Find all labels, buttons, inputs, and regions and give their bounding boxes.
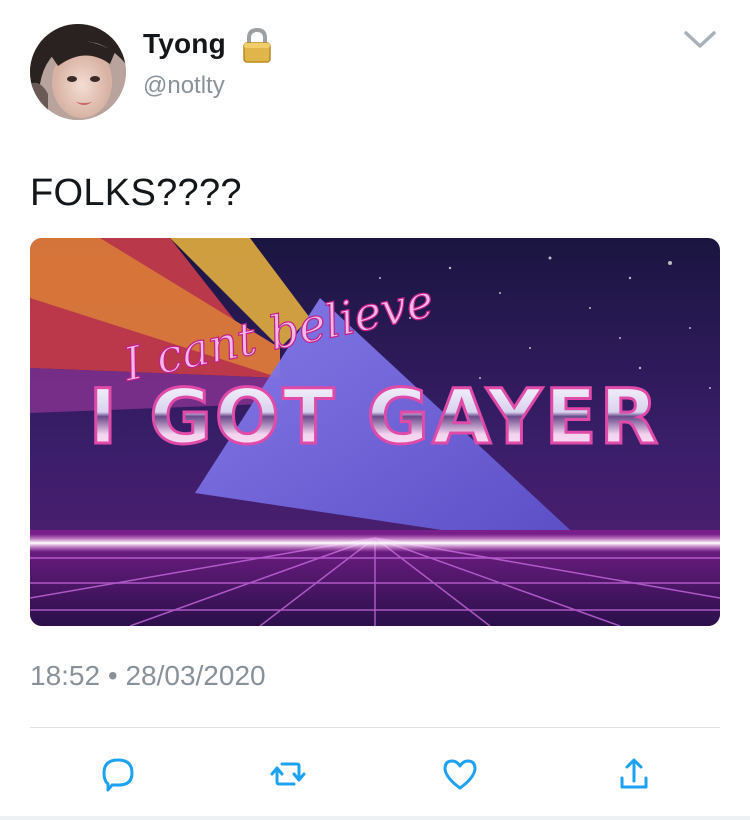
like-button[interactable] bbox=[430, 744, 490, 804]
tweet-text: FOLKS???? bbox=[30, 172, 242, 214]
reply-icon bbox=[102, 758, 134, 792]
retweet-icon bbox=[270, 762, 306, 786]
tweet-media-image[interactable]: I cant believe I GOT GAYER bbox=[30, 238, 720, 626]
tweet-timestamp[interactable]: 18:52 • 28/03/2020 bbox=[30, 660, 266, 692]
share-button[interactable] bbox=[604, 744, 664, 804]
tweet-detail: Tyong @notlty FOLKS???? I cant believe I… bbox=[0, 0, 750, 820]
tweet-date: 28/03/2020 bbox=[125, 660, 266, 691]
display-name[interactable]: Tyong bbox=[143, 28, 226, 60]
bottom-border bbox=[0, 816, 750, 820]
handle[interactable]: @notlty bbox=[143, 72, 225, 100]
timestamp-separator: • bbox=[107, 660, 118, 691]
tweet-time: 18:52 bbox=[30, 660, 101, 691]
media-headline-text: I GOT GAYER bbox=[89, 372, 661, 461]
tweet-header: Tyong @notlty bbox=[30, 24, 720, 120]
reply-button[interactable] bbox=[88, 744, 148, 804]
share-icon bbox=[620, 758, 648, 789]
divider bbox=[30, 727, 720, 728]
retweet-button[interactable] bbox=[258, 744, 318, 804]
chevron-down-icon[interactable] bbox=[680, 24, 720, 54]
avatar[interactable] bbox=[30, 24, 126, 120]
heart-icon bbox=[443, 759, 477, 790]
avatar-photo-icon bbox=[30, 24, 126, 120]
tweet-actions bbox=[30, 744, 720, 804]
lock-icon bbox=[240, 27, 274, 64]
